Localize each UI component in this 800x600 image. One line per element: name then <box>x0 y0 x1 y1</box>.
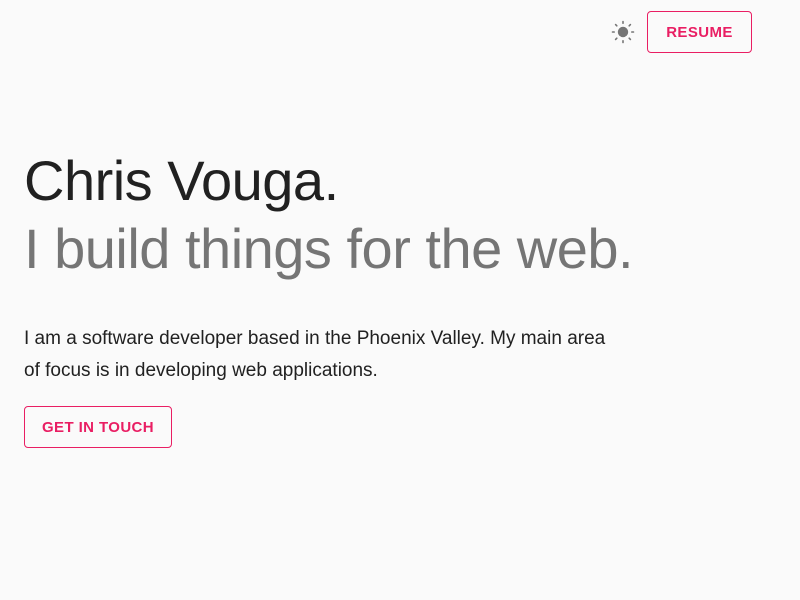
resume-button[interactable]: RESUME <box>647 11 752 53</box>
get-in-touch-button[interactable]: GET IN TOUCH <box>24 406 172 448</box>
theme-toggle-button[interactable] <box>611 20 635 44</box>
sun-icon <box>611 20 635 44</box>
hero-tagline: I build things for the web. <box>24 217 634 280</box>
hero-description: I am a software developer based in the P… <box>24 328 606 381</box>
hero-section: Chris Vouga. I build things for the web.… <box>24 148 744 448</box>
header: RESUME <box>611 11 752 53</box>
page: RESUME Chris Vouga. I build things for t… <box>0 0 800 600</box>
hero-name: Chris Vouga. <box>24 149 339 212</box>
